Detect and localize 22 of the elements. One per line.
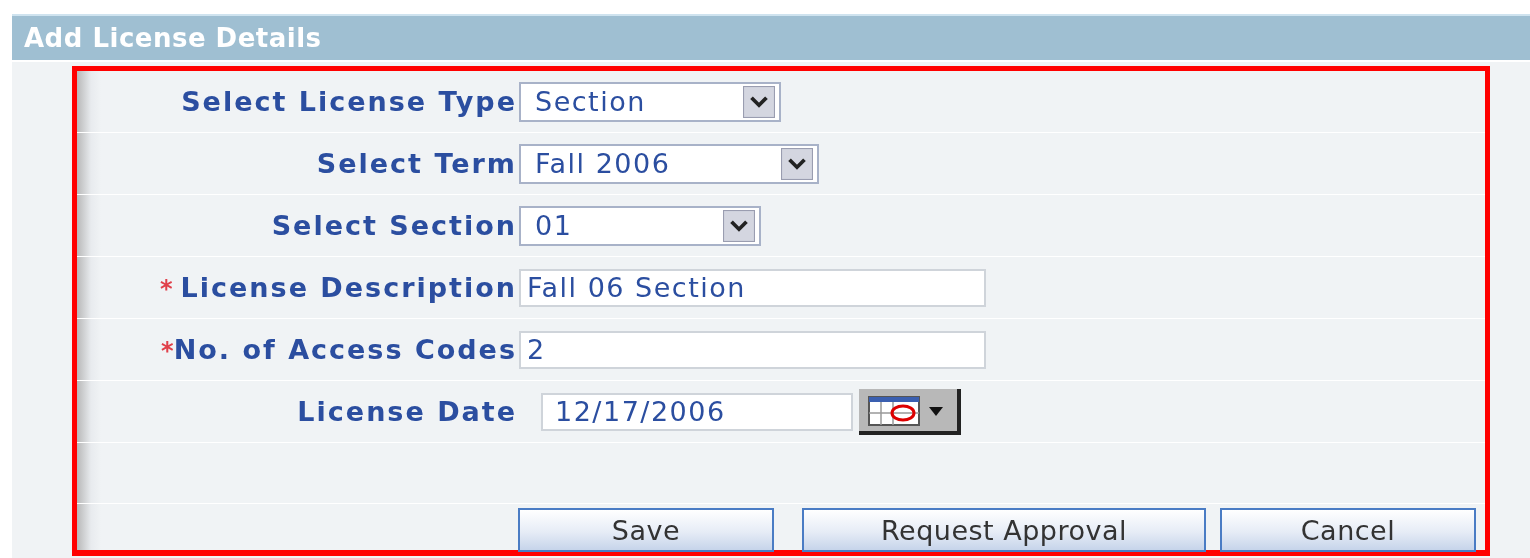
form-button[interactable]: Cancel bbox=[1220, 508, 1476, 552]
chevron-down-icon bbox=[781, 147, 813, 180]
field-label: License Description bbox=[180, 272, 517, 303]
input-field[interactable]: Fall 06 Section bbox=[519, 268, 986, 307]
form-button[interactable]: Save bbox=[518, 508, 774, 552]
dropdown[interactable]: Section bbox=[519, 81, 781, 122]
field-label: Select Term bbox=[316, 148, 517, 179]
field-label: No. of Access Codes bbox=[173, 334, 517, 365]
calendar-icon[interactable] bbox=[859, 388, 961, 435]
field-label: Select Section bbox=[271, 210, 517, 241]
field-label: Select License Type bbox=[181, 86, 517, 117]
chevron-down-icon bbox=[723, 209, 755, 242]
panel-title: Add License Details bbox=[24, 23, 322, 53]
dropdown[interactable]: 01 bbox=[519, 205, 761, 246]
required-mark: * bbox=[160, 275, 173, 303]
input-field[interactable]: 2 bbox=[519, 330, 986, 369]
date-field[interactable]: 12/17/2006 bbox=[541, 392, 853, 431]
dropdown[interactable]: Fall 2006 bbox=[519, 143, 819, 184]
field-label: License Date bbox=[297, 396, 517, 427]
form-button[interactable]: Request Approval bbox=[802, 508, 1206, 552]
required-mark: * bbox=[161, 337, 174, 365]
chevron-down-icon bbox=[743, 85, 775, 118]
